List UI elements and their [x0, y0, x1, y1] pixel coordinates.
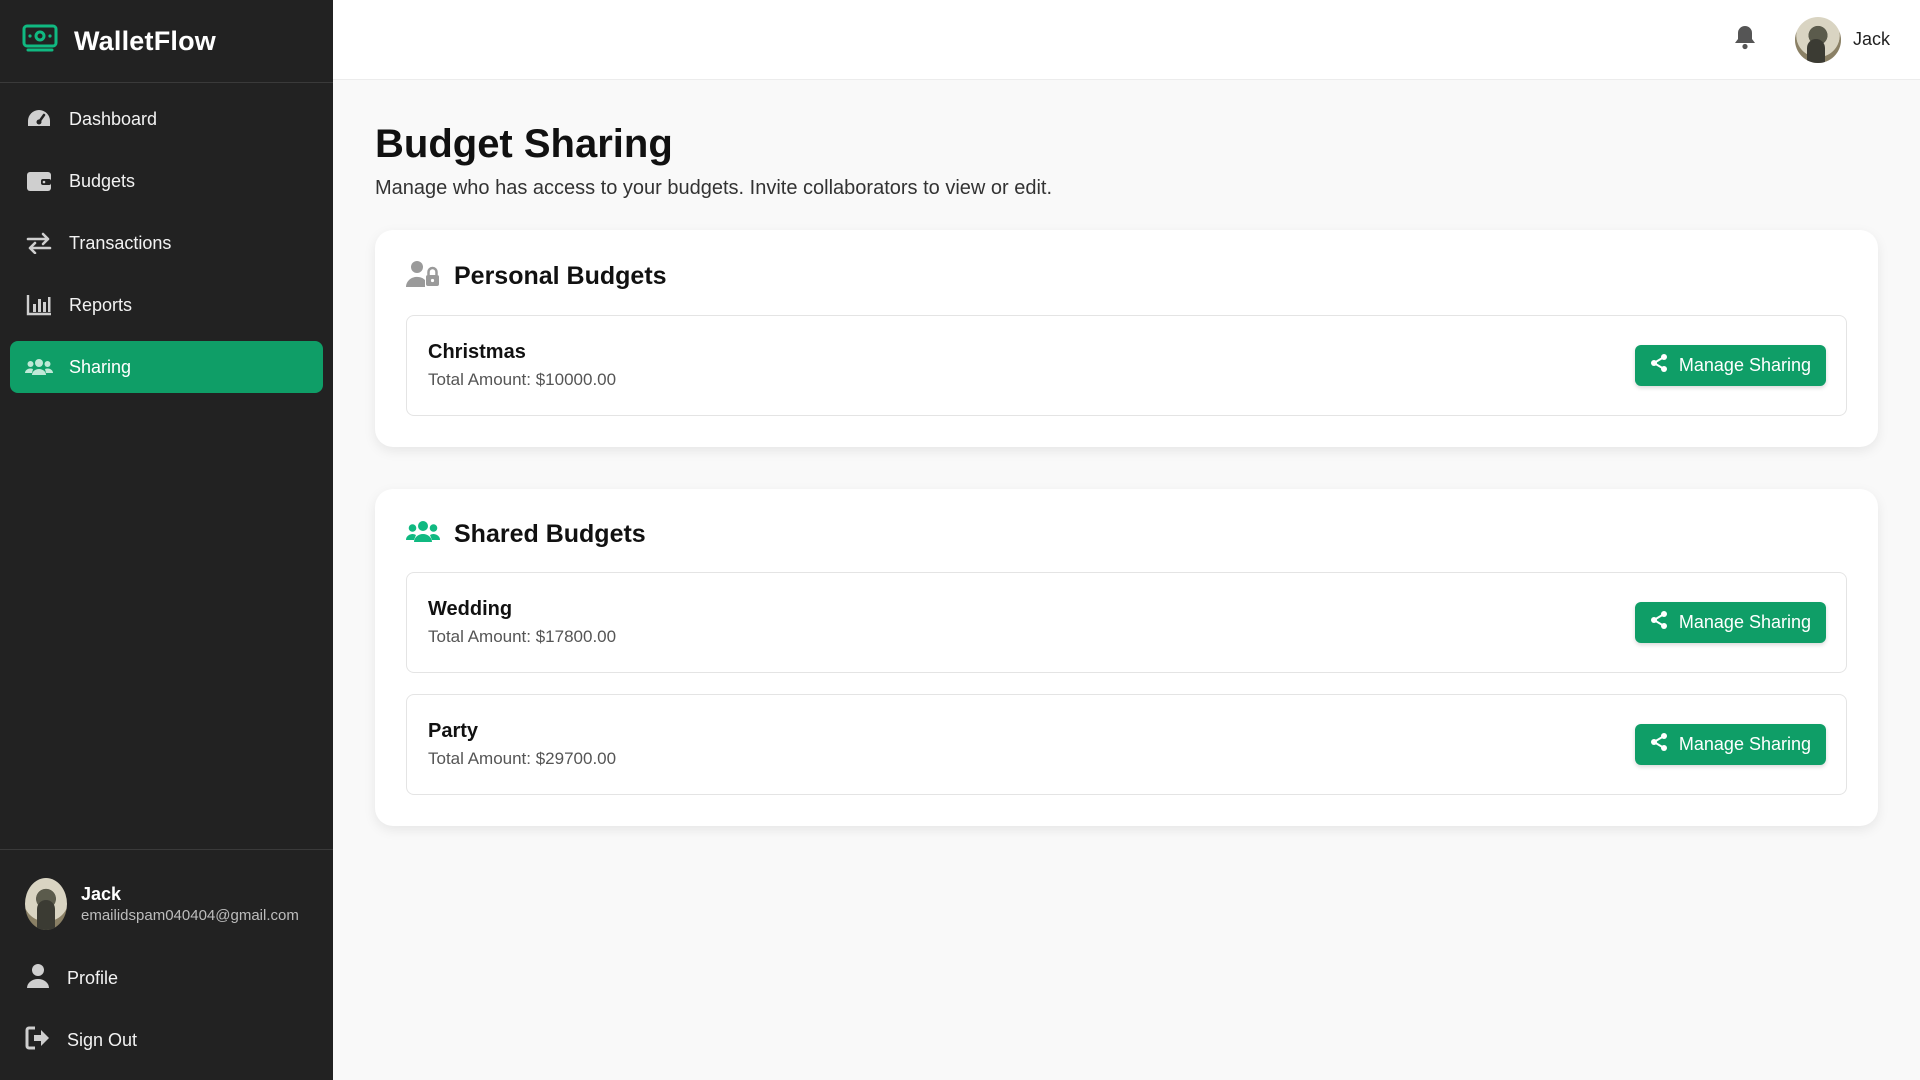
- sidebar-item-dashboard[interactable]: Dashboard: [10, 93, 323, 145]
- wallet-icon: [25, 167, 53, 195]
- page-subtitle: Manage who has access to your budgets. I…: [375, 177, 1053, 199]
- users-icon: [25, 353, 53, 381]
- sidebar-item-sharing[interactable]: Sharing: [10, 341, 323, 393]
- budget-amount: Total Amount: $17800.00: [428, 627, 617, 646]
- budget-item: Christmas Total Amount: $10000.00 Manage…: [406, 315, 1847, 416]
- sidebar-item-label: Reports: [69, 294, 133, 315]
- sidebar-item-label: Dashboard: [69, 108, 158, 129]
- avatar: [25, 878, 67, 930]
- bar-chart-icon: [25, 291, 53, 319]
- gauge-icon: [25, 105, 53, 133]
- brand[interactable]: WalletFlow: [0, 0, 333, 83]
- money-bill-icon: [22, 24, 58, 59]
- sidebar-footer: Jack emailidspam040404@gmail.com Profile…: [0, 849, 333, 1080]
- share-icon: [1650, 354, 1667, 377]
- personal-budgets-card: Personal Budgets Christmas Total Amount:…: [375, 230, 1878, 447]
- budget-item: Wedding Total Amount: $17800.00 Manage S…: [406, 572, 1847, 673]
- sidebar-item-budgets[interactable]: Budgets: [10, 155, 323, 207]
- card-title: Shared Budgets: [454, 520, 646, 548]
- card-title: Personal Budgets: [454, 262, 667, 290]
- avatar: [1794, 16, 1841, 63]
- budget-item: Party Total Amount: $29700.00 Manage Sha…: [406, 694, 1847, 795]
- brand-name: WalletFlow: [74, 25, 216, 56]
- topbar: Jack: [333, 0, 1920, 80]
- sign-out-link[interactable]: Sign Out: [10, 1014, 323, 1066]
- sidebar-item-reports[interactable]: Reports: [10, 279, 323, 331]
- user-name: Jack: [81, 884, 122, 904]
- manage-sharing-label: Manage Sharing: [1678, 612, 1811, 632]
- manage-sharing-label: Manage Sharing: [1678, 355, 1811, 375]
- card-header: Shared Budgets: [406, 519, 1847, 550]
- budget-name: Party: [428, 720, 479, 742]
- sidebar: WalletFlow Dashboard Budgets Transaction…: [0, 0, 333, 1080]
- sidebar-item-label: Budgets: [69, 170, 136, 191]
- budget-amount: Total Amount: $29700.00: [428, 749, 617, 768]
- manage-sharing-label: Manage Sharing: [1678, 734, 1811, 754]
- sidebar-item-transactions[interactable]: Transactions: [10, 217, 323, 269]
- sidebar-nav: Dashboard Budgets Transactions Reports S…: [0, 83, 333, 849]
- sign-out-icon: [25, 1026, 51, 1055]
- share-icon: [1650, 733, 1667, 756]
- topbar-user-name: Jack: [1852, 29, 1890, 49]
- profile-label: Profile: [67, 967, 119, 988]
- profile-link[interactable]: Profile: [10, 952, 323, 1004]
- budget-name: Christmas: [428, 341, 526, 363]
- topbar-user-menu[interactable]: Jack: [1794, 16, 1890, 63]
- user-email: emailidspam040404@gmail.com: [81, 907, 299, 924]
- shared-budgets-card: Shared Budgets Wedding Total Amount: $17…: [375, 489, 1878, 826]
- content: Budget Sharing Manage who has access to …: [333, 80, 1920, 826]
- manage-sharing-button[interactable]: Manage Sharing: [1634, 602, 1826, 643]
- bell-icon[interactable]: [1733, 24, 1757, 55]
- sign-out-label: Sign Out: [67, 1029, 138, 1050]
- sidebar-user-card[interactable]: Jack emailidspam040404@gmail.com: [10, 878, 323, 930]
- budget-name: Wedding: [428, 598, 513, 620]
- budget-amount: Total Amount: $10000.00: [428, 370, 617, 389]
- users-icon: [406, 519, 440, 550]
- page-title: Budget Sharing: [375, 122, 673, 166]
- main-area: Jack Budget Sharing Manage who has acces…: [333, 0, 1920, 1080]
- app-root: WalletFlow Dashboard Budgets Transaction…: [0, 0, 1920, 1080]
- manage-sharing-button[interactable]: Manage Sharing: [1634, 724, 1826, 765]
- user-lock-icon: [405, 260, 440, 293]
- share-icon: [1650, 611, 1667, 634]
- sidebar-item-label: Transactions: [69, 232, 172, 253]
- user-icon: [25, 963, 51, 994]
- card-header: Personal Budgets: [405, 260, 1847, 293]
- sidebar-item-label: Sharing: [69, 356, 132, 377]
- manage-sharing-button[interactable]: Manage Sharing: [1634, 345, 1826, 386]
- arrows-exchange-icon: [25, 229, 53, 257]
